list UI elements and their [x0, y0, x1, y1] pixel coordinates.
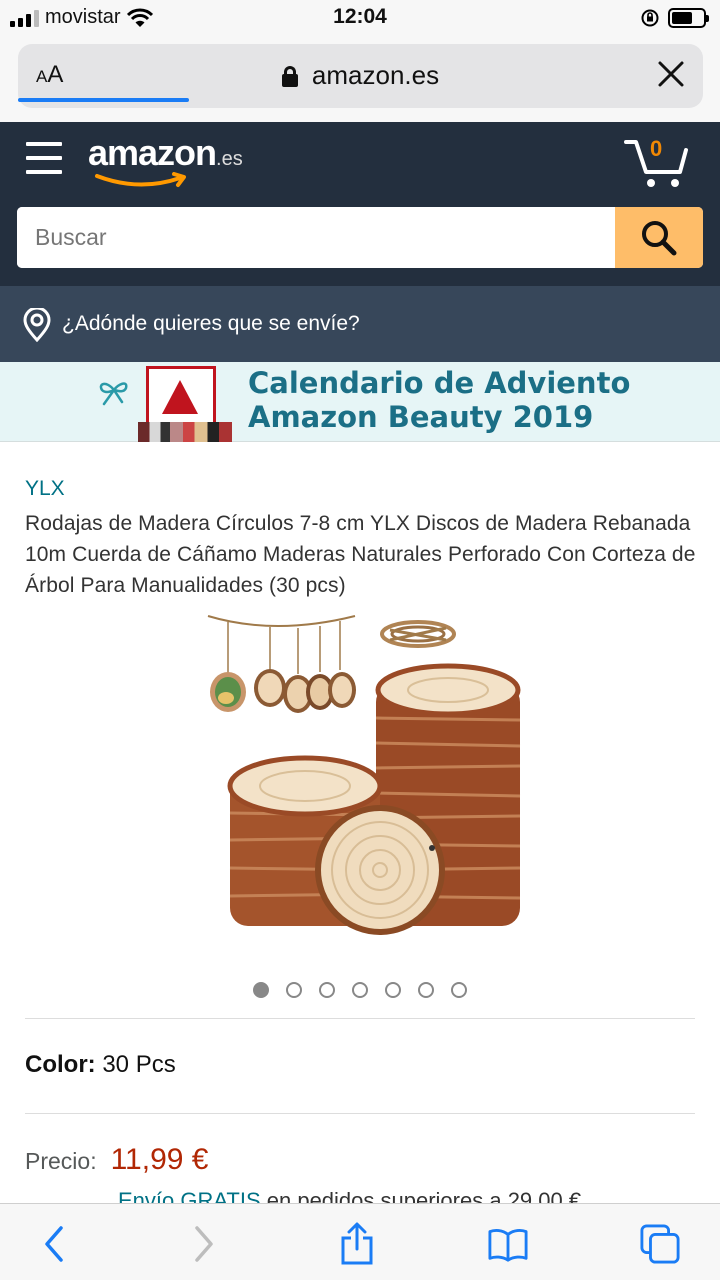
search-button[interactable] [615, 207, 703, 268]
banner-text: Calendario de Adviento Amazon Beauty 201… [248, 366, 630, 434]
product-image[interactable] [190, 608, 530, 952]
delivery-location-bar[interactable]: ¿Adónde quieres que se envíe? [0, 286, 720, 362]
amazon-logo[interactable]: amazon.es [88, 132, 243, 187]
carousel-dot[interactable] [451, 982, 467, 998]
browser-toolbar [0, 1203, 720, 1280]
share-button[interactable] [337, 1222, 377, 1266]
battery-icon [668, 8, 709, 28]
amazon-header: amazon.es 0 [0, 122, 720, 286]
bookmarks-button[interactable] [488, 1222, 528, 1266]
search-box [17, 207, 703, 268]
brand-link[interactable]: YLX [25, 477, 65, 501]
carousel-dot[interactable] [253, 982, 269, 998]
status-bar: movistar 12:04 [0, 0, 720, 36]
advent-calendar-image [138, 366, 232, 442]
back-icon [45, 1226, 63, 1262]
product-title: Rodajas de Madera Círculos 7-8 cm YLX Di… [25, 512, 696, 597]
carousel-dot[interactable] [319, 982, 335, 998]
carousel-dot[interactable] [418, 982, 434, 998]
forward-button[interactable] [184, 1222, 224, 1266]
lock-icon [281, 66, 298, 87]
logo-word: amazon [88, 132, 217, 173]
browser-address-area: AA amazon.es [0, 36, 720, 122]
price-value: 11,99 € [110, 1143, 209, 1176]
carousel-dot[interactable] [352, 982, 368, 998]
search-input[interactable] [17, 207, 615, 268]
back-button[interactable] [34, 1222, 74, 1266]
logo-smile-icon [95, 172, 186, 187]
delivery-prompt: ¿Adónde quieres que se envíe? [62, 312, 360, 335]
cart-button[interactable]: 0 [624, 134, 690, 190]
divider [25, 1113, 695, 1114]
color-value: 30 Pcs [102, 1051, 176, 1078]
search-icon [642, 220, 677, 255]
url-display[interactable]: amazon.es [18, 60, 703, 91]
divider [25, 1018, 695, 1019]
clock: 12:04 [333, 5, 387, 28]
page-load-progress [18, 98, 189, 102]
price-label: Precio: [25, 1148, 97, 1174]
banner-line-1: Calendario de Adviento [248, 366, 631, 400]
bookmarks-icon [488, 1229, 528, 1262]
color-selection: Color: 30 Pcs [25, 1051, 176, 1079]
banner-line-2: Amazon Beauty 2019 [248, 400, 594, 434]
promo-banner[interactable]: Calendario de Adviento Amazon Beauty 201… [0, 362, 720, 442]
carousel-dot[interactable] [286, 982, 302, 998]
logo-tld: .es [216, 148, 243, 170]
tabs-button[interactable] [640, 1222, 680, 1266]
forward-icon [195, 1226, 213, 1262]
hamburger-menu-icon[interactable] [26, 142, 62, 176]
url-text: amazon.es [311, 60, 440, 90]
carousel-dot[interactable] [385, 982, 401, 998]
location-pin-icon [23, 308, 51, 342]
orientation-lock-icon [641, 9, 659, 27]
stop-loading-close-icon[interactable] [655, 58, 687, 90]
cart-count: 0 [650, 136, 663, 161]
tabs-icon [640, 1224, 680, 1264]
share-icon [341, 1222, 373, 1265]
ribbon-icon [99, 382, 128, 406]
image-carousel-dots[interactable] [0, 982, 720, 998]
price-row: Precio: 11,99 € [25, 1143, 208, 1177]
color-label: Color: [25, 1051, 96, 1078]
